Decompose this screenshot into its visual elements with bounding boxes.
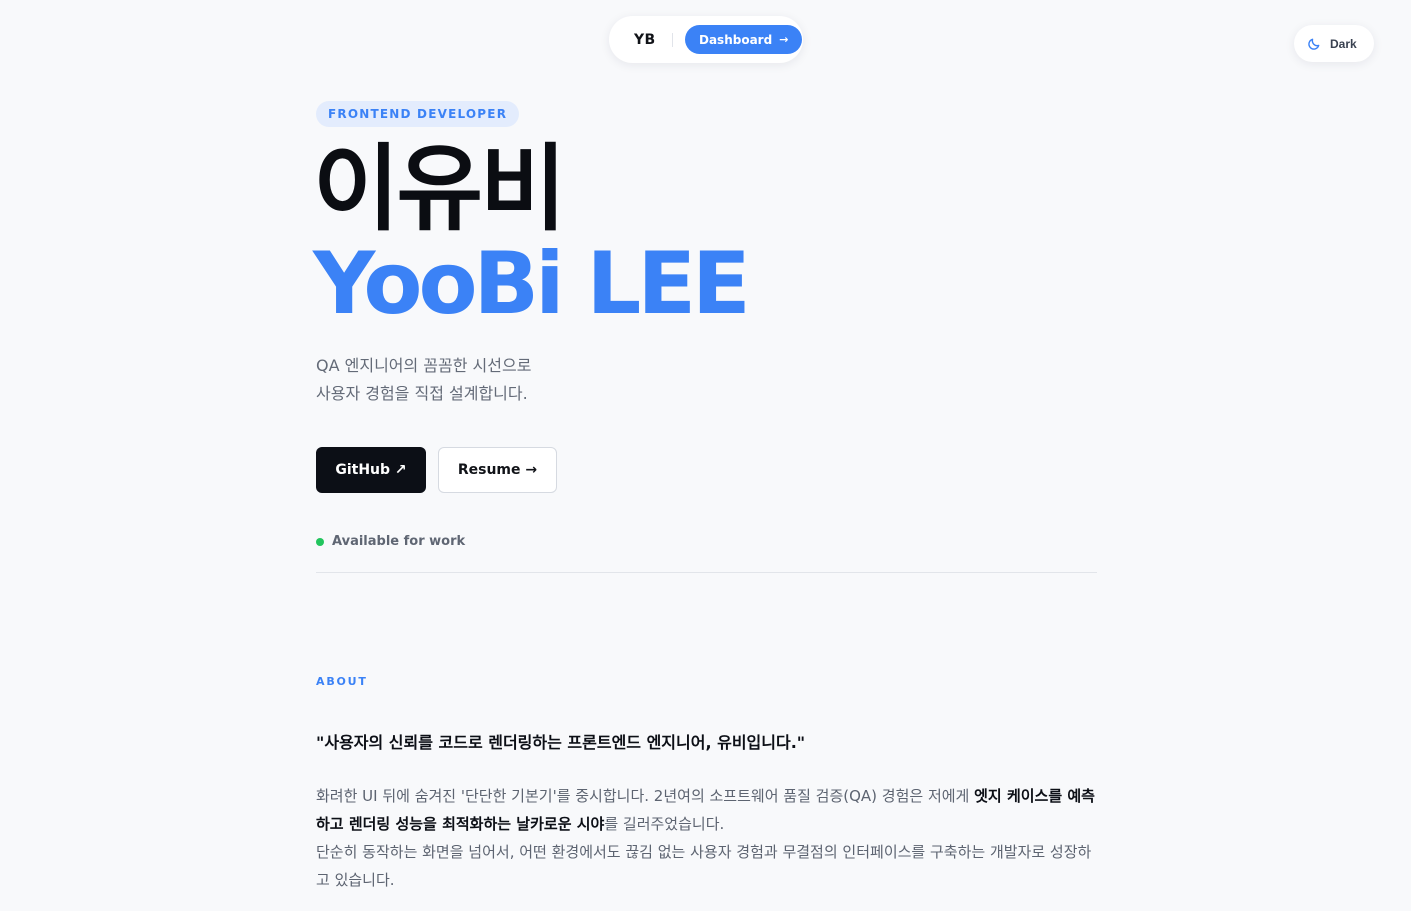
about-body: 화려한 UI 뒤에 숨겨진 '단단한 기본기'를 중시합니다. 2년여의 소프트… bbox=[316, 782, 1097, 894]
status-text: Available for work bbox=[332, 534, 466, 549]
top-nav: YB Dashboard → bbox=[609, 16, 803, 63]
nav-divider bbox=[672, 32, 673, 47]
intro-line-1: QA 엔지니어의 꼼꼼한 시선으로 bbox=[316, 356, 532, 375]
nav-logo[interactable]: YB bbox=[634, 32, 656, 48]
about-p1-end: 를 길러주었습니다. bbox=[604, 815, 725, 833]
theme-toggle-label: Dark bbox=[1330, 36, 1357, 51]
section-divider bbox=[316, 572, 1097, 573]
about-p1-text: 화려한 UI 뒤에 숨겨진 '단단한 기본기'를 중시합니다. 2년여의 소프트… bbox=[316, 787, 975, 805]
about-paragraph-2: 단순히 동작하는 화면을 넘어서, 어떤 환경에서도 끊김 없는 사용자 경험과… bbox=[316, 843, 1092, 889]
arrow-right-icon: → bbox=[779, 33, 789, 46]
theme-toggle-button[interactable]: Dark bbox=[1294, 25, 1374, 62]
dashboard-label: Dashboard bbox=[699, 32, 773, 47]
name-english: YooBi LEE bbox=[313, 234, 751, 334]
portfolio-page: YB Dashboard → Dark FRONTEND DEVELOPER 이… bbox=[0, 0, 1411, 911]
dashboard-button[interactable]: Dashboard → bbox=[685, 25, 803, 54]
github-button[interactable]: GitHub ↗ bbox=[316, 447, 426, 493]
about-quote: "사용자의 신뢰를 코드로 렌더링하는 프론트엔드 엔지니어, 유비입니다." bbox=[316, 733, 806, 752]
github-label: GitHub ↗ bbox=[335, 462, 407, 478]
status-dot-icon bbox=[316, 537, 324, 546]
availability-status: Available for work bbox=[316, 534, 465, 549]
intro-line-2: 사용자 경험을 직접 설계합니다. bbox=[316, 384, 528, 403]
moon-icon bbox=[1307, 37, 1321, 51]
name-korean: 이유비 bbox=[313, 135, 566, 244]
resume-button[interactable]: Resume → bbox=[438, 447, 557, 493]
role-badge: FRONTEND DEVELOPER bbox=[316, 101, 520, 127]
about-heading: ABOUT bbox=[316, 675, 368, 688]
about-paragraph-1: 화려한 UI 뒤에 숨겨진 '단단한 기본기'를 중시합니다. 2년여의 소프트… bbox=[316, 782, 1097, 838]
resume-label: Resume → bbox=[457, 462, 538, 478]
intro-text: QA 엔지니어의 꼼꼼한 시선으로 사용자 경험을 직접 설계합니다. bbox=[316, 352, 531, 408]
